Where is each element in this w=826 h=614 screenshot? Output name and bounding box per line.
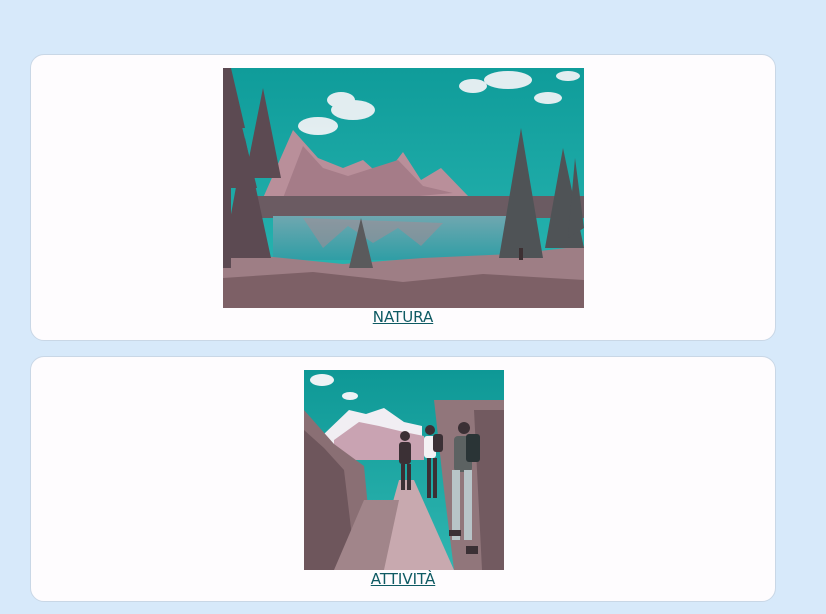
card-attivita[interactable]: ATTIVITÀ [30,356,776,602]
natura-link[interactable]: NATURA [31,308,775,326]
attivita-image[interactable] [304,370,504,570]
card-natura[interactable]: NATURA [30,54,776,341]
attivita-link[interactable]: ATTIVITÀ [31,570,775,588]
natura-image[interactable] [223,68,584,308]
